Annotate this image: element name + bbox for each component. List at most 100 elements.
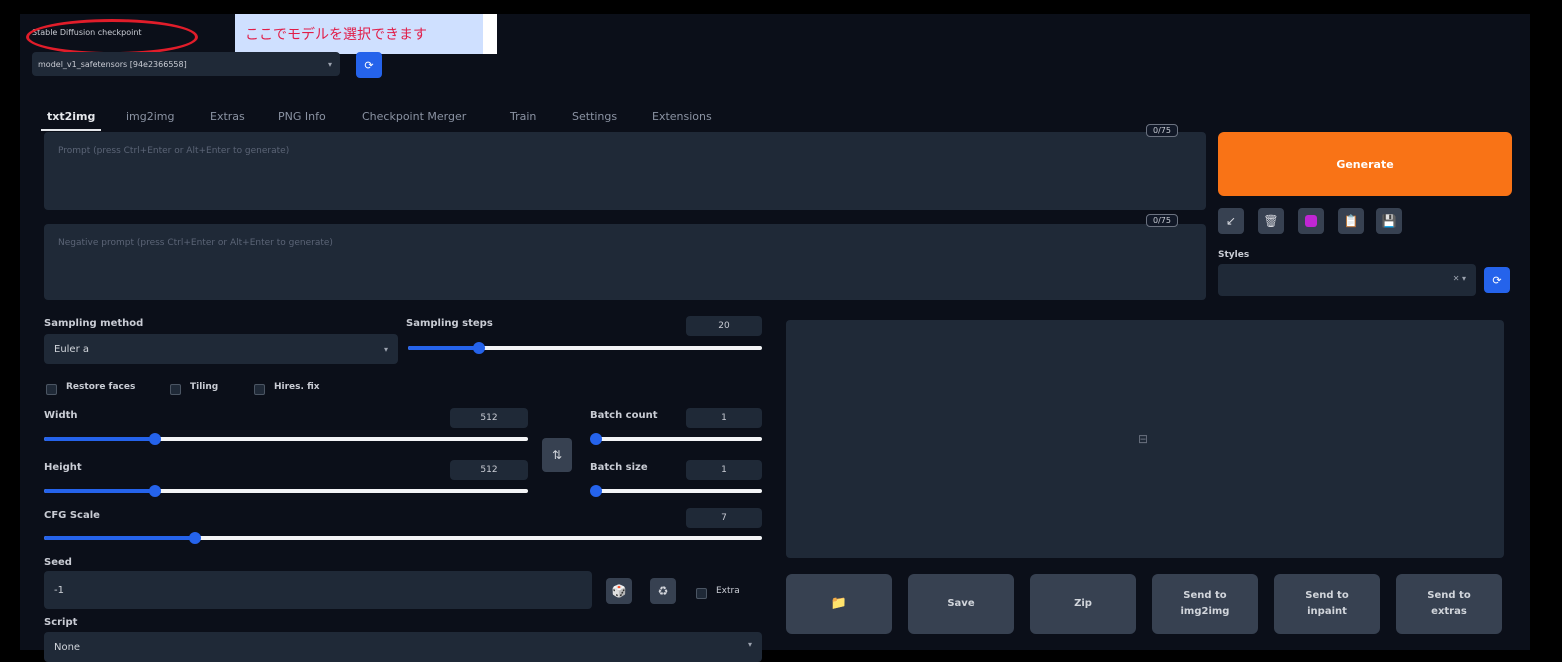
paste-style-button[interactable]: 📋: [1338, 208, 1364, 234]
send-to-img2img-button[interactable]: Send to img2img: [1152, 574, 1258, 634]
negative-prompt-input[interactable]: Negative prompt (press Ctrl+Enter or Alt…: [44, 224, 1206, 300]
zip-button[interactable]: Zip: [1030, 574, 1136, 634]
folder-icon: 📁: [830, 595, 848, 611]
styles-dropdown[interactable]: ✕ ▾: [1218, 264, 1476, 296]
swap-dimensions-button[interactable]: ⇅: [542, 438, 572, 472]
open-folder-button[interactable]: 📁: [786, 574, 892, 634]
slider-knob[interactable]: [149, 485, 162, 497]
send-to-extras-button[interactable]: Send to extras: [1396, 574, 1502, 634]
seed-value: -1: [54, 584, 64, 596]
save-style-button[interactable]: 💾: [1376, 208, 1402, 234]
slider-fill: [44, 489, 156, 493]
sampling-method-dropdown[interactable]: Euler a ▾: [44, 334, 398, 364]
send-to-label: Send to: [1427, 590, 1471, 601]
dice-icon: 🎲: [611, 584, 627, 598]
tab-extras[interactable]: Extras: [210, 110, 245, 123]
seed-label: Seed: [44, 557, 72, 568]
slider-knob[interactable]: [472, 342, 485, 354]
chevron-down-icon: ✕ ▾: [1452, 274, 1466, 283]
width-label: Width: [44, 410, 78, 421]
arrow-icon: ↙: [1225, 214, 1237, 228]
sampling-steps-label: Sampling steps: [406, 318, 493, 329]
restore-faces-label: Restore faces: [66, 382, 136, 392]
slider-knob[interactable]: [590, 485, 602, 497]
recycle-icon: ♻: [657, 584, 669, 598]
swap-icon: ⇅: [551, 448, 563, 462]
extra-networks-button[interactable]: [1298, 208, 1324, 234]
art-icon: [1305, 215, 1317, 227]
slider-knob[interactable]: [188, 532, 201, 544]
send-target-label: extras: [1431, 606, 1467, 617]
batch-count-label: Batch count: [590, 410, 658, 421]
tab-png-info[interactable]: PNG Info: [278, 110, 326, 123]
seed-input[interactable]: -1: [44, 571, 592, 609]
sampling-steps-slider[interactable]: [408, 342, 762, 354]
batch-size-slider[interactable]: [590, 485, 762, 497]
generate-button[interactable]: Generate: [1218, 132, 1512, 196]
reuse-seed-button[interactable]: ♻: [650, 578, 676, 604]
trash-icon: 🗑: [1263, 214, 1279, 228]
width-slider[interactable]: [44, 433, 528, 445]
read-params-button[interactable]: ↙: [1218, 208, 1244, 234]
checkpoint-value: model_v1_safetensors [94e2366558]: [38, 59, 187, 69]
extra-seed-checkbox[interactable]: [696, 588, 707, 599]
height-label: Height: [44, 462, 82, 473]
negative-token-counter: 0/75: [1146, 214, 1178, 227]
tab-img2img[interactable]: img2img: [126, 110, 175, 123]
cfg-scale-input[interactable]: 7: [686, 508, 762, 528]
send-target-label: inpaint: [1307, 606, 1347, 617]
hires-fix-checkbox[interactable]: [254, 384, 265, 395]
webui-window: Stable Diffusion checkpoint ここでモデルを選択できま…: [20, 14, 1530, 662]
batch-count-input[interactable]: 1: [686, 408, 762, 428]
tab-txt2img[interactable]: txt2img: [40, 110, 102, 131]
script-label: Script: [44, 617, 78, 628]
extra-seed-label: Extra: [716, 586, 740, 596]
chevron-down-icon: ▾: [327, 59, 332, 69]
prompt-token-counter: 0/75: [1146, 124, 1178, 137]
refresh-icon: ⟳: [364, 58, 374, 72]
hires-fix-label: Hires. fix: [274, 382, 320, 392]
batch-size-input[interactable]: 1: [686, 460, 762, 480]
clipboard-icon: 📋: [1343, 214, 1359, 228]
refresh-icon: ⟳: [1492, 273, 1502, 287]
tiling-label: Tiling: [190, 382, 219, 392]
send-to-label: Send to: [1305, 590, 1349, 601]
tab-checkpoint-merger[interactable]: Checkpoint Merger: [362, 110, 466, 123]
script-dropdown[interactable]: None ▾: [44, 632, 762, 662]
styles-label: Styles: [1218, 250, 1250, 260]
script-value: None: [54, 641, 81, 653]
trash-button[interactable]: 🗑: [1258, 208, 1284, 234]
sampling-steps-input[interactable]: 20: [686, 316, 762, 336]
save-button[interactable]: Save: [908, 574, 1014, 634]
cfg-scale-slider[interactable]: [44, 532, 762, 544]
height-slider[interactable]: [44, 485, 528, 497]
refresh-checkpoint-button[interactable]: ⟳: [356, 52, 382, 78]
cfg-scale-label: CFG Scale: [44, 510, 100, 521]
slider-knob[interactable]: [590, 433, 602, 445]
width-input[interactable]: 512: [450, 408, 528, 428]
tab-extensions[interactable]: Extensions: [652, 110, 712, 123]
tiling-checkbox[interactable]: [170, 384, 181, 395]
sampling-method-label: Sampling method: [44, 318, 144, 329]
batch-count-slider[interactable]: [590, 433, 762, 445]
annotation-callout: ここでモデルを選択できます: [235, 14, 497, 54]
image-placeholder-icon: ⊟: [1138, 432, 1149, 446]
prompt-placeholder: Prompt (press Ctrl+Enter or Alt+Enter to…: [58, 146, 290, 156]
restore-faces-checkbox[interactable]: [46, 384, 57, 395]
checkpoint-dropdown[interactable]: model_v1_safetensors [94e2366558] ▾: [32, 52, 340, 76]
send-to-label: Send to: [1183, 590, 1227, 601]
slider-knob[interactable]: [149, 433, 162, 445]
save-style-icon: 💾: [1381, 214, 1397, 228]
send-to-inpaint-button[interactable]: Send to inpaint: [1274, 574, 1380, 634]
random-seed-button[interactable]: 🎲: [606, 578, 632, 604]
slider-fill: [44, 536, 195, 540]
prompt-input[interactable]: Prompt (press Ctrl+Enter or Alt+Enter to…: [44, 132, 1206, 210]
output-gallery: ⊟: [786, 320, 1504, 558]
tab-settings[interactable]: Settings: [572, 110, 617, 123]
refresh-styles-button[interactable]: ⟳: [1484, 267, 1510, 293]
highlight-ellipse: [26, 19, 198, 55]
height-input[interactable]: 512: [450, 460, 528, 480]
tab-train[interactable]: Train: [510, 110, 536, 123]
slider-fill: [44, 437, 156, 441]
chevron-down-icon: ▾: [747, 640, 752, 649]
